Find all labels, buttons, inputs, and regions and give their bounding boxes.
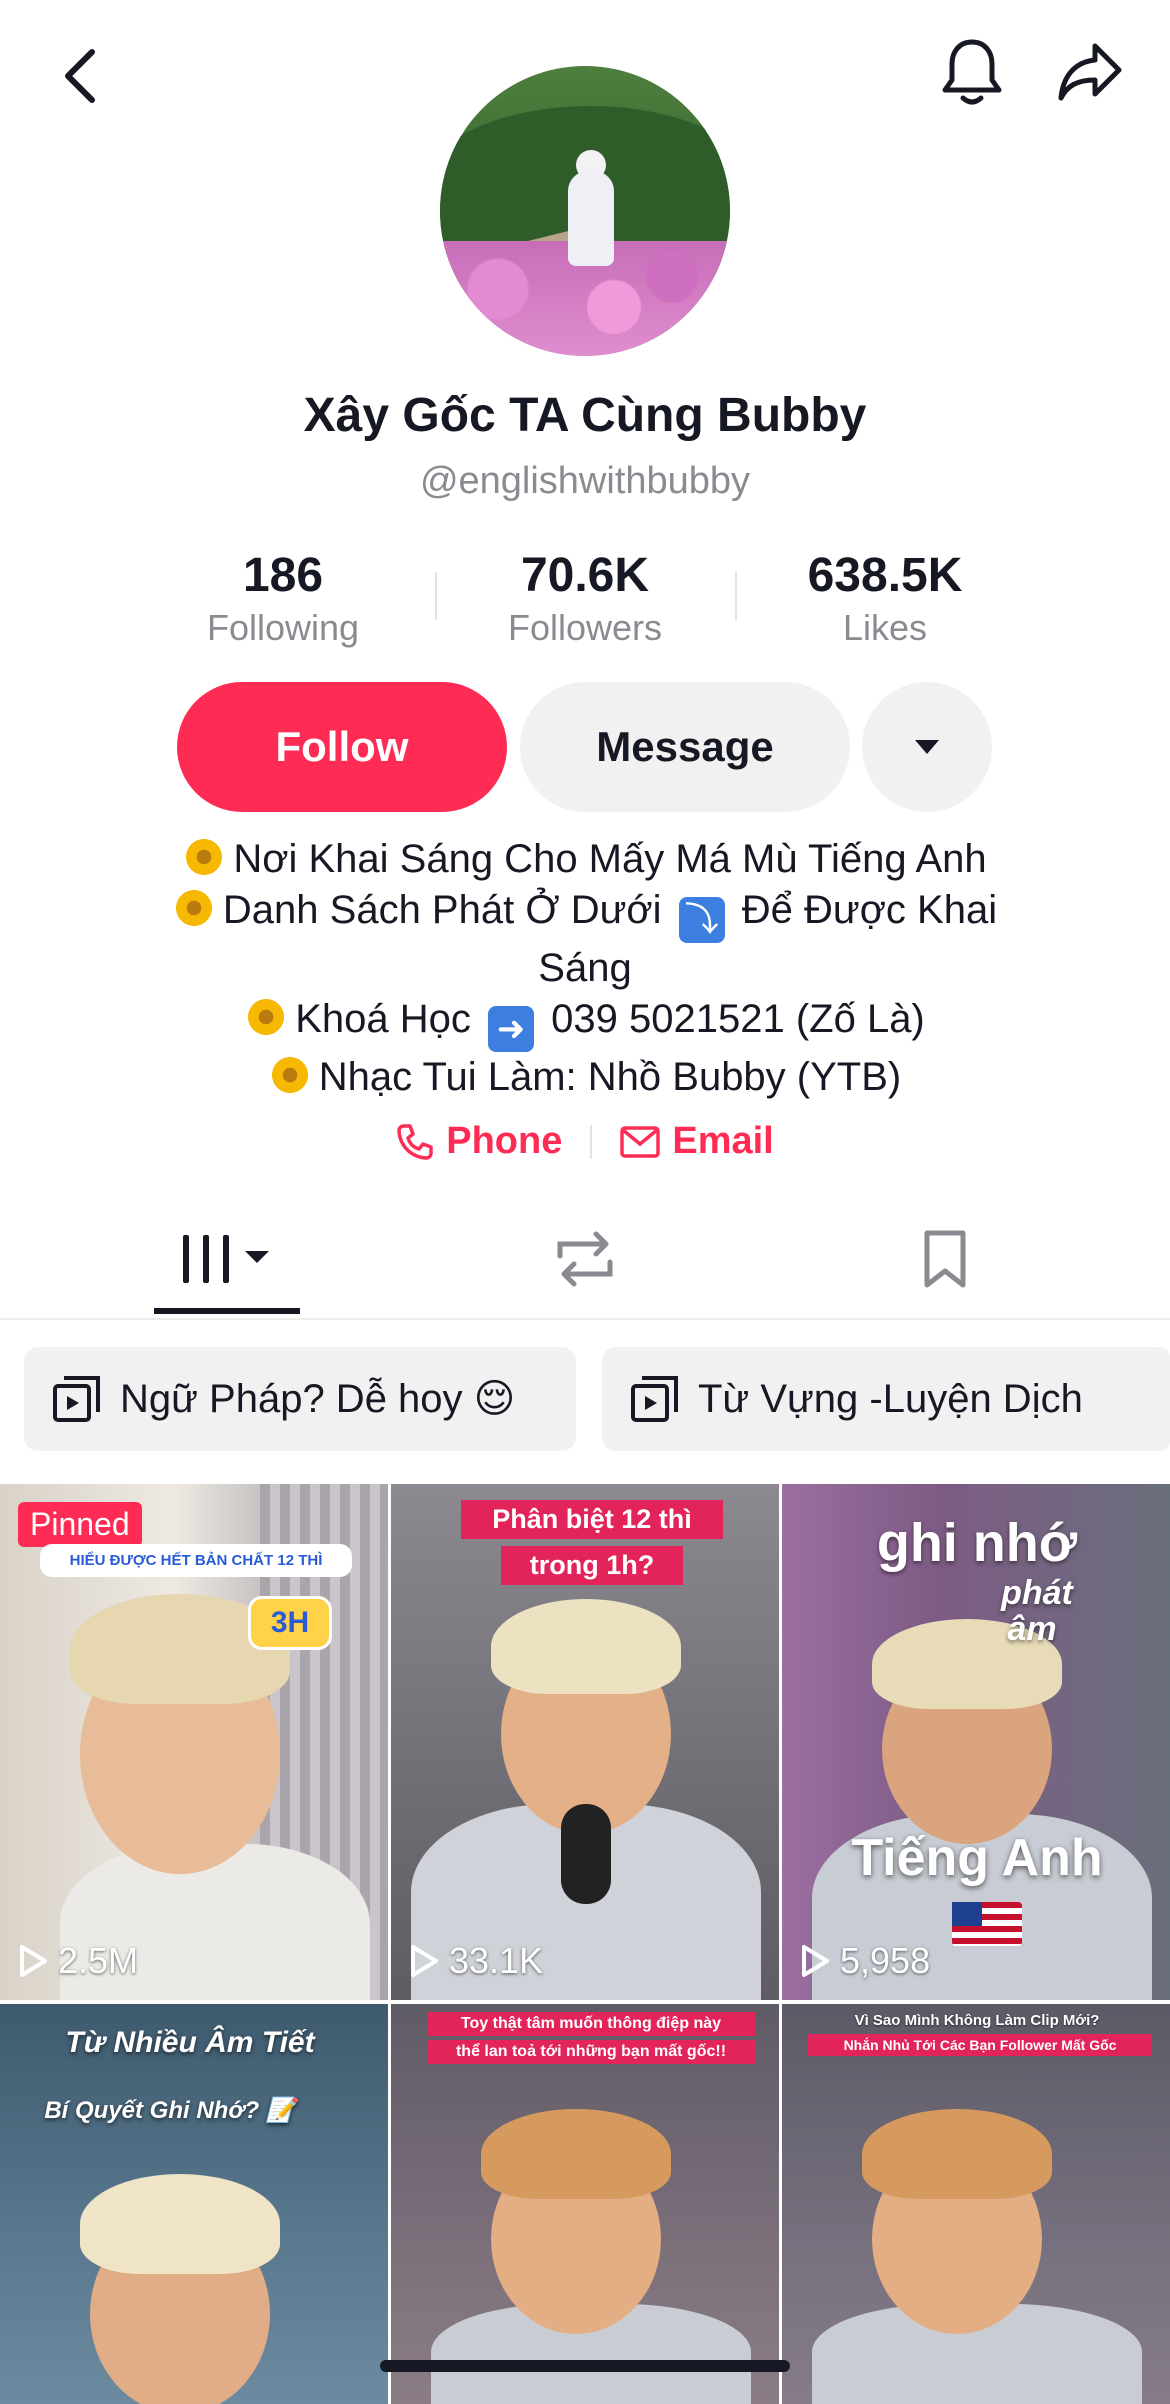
stat-likes[interactable]: 638.5K Likes bbox=[775, 548, 995, 649]
stat-following[interactable]: 186 Following bbox=[173, 548, 393, 649]
mail-icon bbox=[620, 1125, 661, 1158]
chevron-left-icon bbox=[65, 49, 95, 103]
view-count: 33.1K bbox=[409, 1940, 543, 1982]
playlist-label: Từ Vựng -Luyện Dịch bbox=[698, 1376, 1083, 1421]
video-caption: phát bbox=[1001, 1574, 1073, 1612]
more-options-button[interactable] bbox=[862, 682, 992, 812]
avatar[interactable] bbox=[440, 66, 730, 356]
video-caption: Phân biệt 12 thì bbox=[461, 1500, 723, 1539]
stat-followers[interactable]: 70.6K Followers bbox=[475, 548, 695, 649]
view-count: 2.5M bbox=[18, 1940, 138, 1982]
stat-divider bbox=[435, 572, 437, 620]
video-caption: Nhắn Nhủ Tới Các Bạn Follower Mất Gốc bbox=[808, 2034, 1152, 2056]
bio-line-4a: Khoá Học bbox=[295, 997, 471, 1041]
video-tile[interactable]: Từ Nhiều Âm Tiết Bí Quyết Ghi Nhớ? 📝 bbox=[0, 2004, 388, 2404]
video-caption: Toy thật tâm muốn thông điệp này bbox=[427, 2012, 755, 2036]
play-icon bbox=[411, 1945, 438, 1977]
video-caption: Tiếng Anh bbox=[851, 1829, 1103, 1887]
sunflower-icon bbox=[268, 1054, 311, 1096]
back-button[interactable] bbox=[40, 36, 120, 116]
notifications-button[interactable] bbox=[930, 30, 1014, 114]
playlist-icon bbox=[631, 1376, 678, 1422]
email-label: Email bbox=[672, 1120, 774, 1162]
arrow-down-right-icon: ⤵ bbox=[678, 897, 725, 943]
contact-divider bbox=[590, 1124, 593, 1159]
share-button[interactable] bbox=[1048, 30, 1132, 114]
view-count-value: 2.5M bbox=[58, 1940, 139, 1981]
likes-label: Likes bbox=[842, 607, 928, 648]
video-tile[interactable]: Phân biệt 12 thì trong 1h? 33.1K bbox=[391, 1484, 779, 2000]
message-button[interactable]: Message bbox=[520, 682, 850, 812]
following-count: 186 bbox=[242, 549, 324, 602]
playlist-label: Ngữ Pháp? Dễ hoy 😌 bbox=[120, 1377, 516, 1421]
view-count-value: 33.1K bbox=[449, 1940, 544, 1981]
us-flag-icon bbox=[952, 1902, 1022, 1946]
followers-label: Followers bbox=[507, 607, 663, 648]
video-caption: ghi nhớ bbox=[876, 1513, 1078, 1573]
video-caption: HIỂU ĐƯỢC HẾT BẢN CHẤT 12 THÌ bbox=[40, 1544, 352, 1577]
tab-videos[interactable] bbox=[154, 1200, 300, 1318]
view-count: 5,958 bbox=[800, 1940, 930, 1982]
tab-saved[interactable] bbox=[880, 1200, 1010, 1318]
video-tile[interactable]: ghi nhớ phát âm Tiếng Anh 5,958 bbox=[782, 1484, 1170, 2000]
username: @englishwithbubby bbox=[419, 460, 751, 502]
following-label: Following bbox=[206, 607, 360, 648]
bio-line-5: Nhạc Tui Làm: Nhồ Bubby (YTB) bbox=[318, 1055, 902, 1099]
playlist-icon bbox=[53, 1376, 100, 1422]
likes-count: 638.5K bbox=[807, 549, 963, 602]
sunflower-icon bbox=[183, 836, 226, 878]
phone-label: Phone bbox=[446, 1120, 563, 1162]
share-arrow-icon bbox=[1058, 43, 1122, 101]
playlist-chip[interactable]: Từ Vựng -Luyện Dịch bbox=[602, 1347, 1166, 1451]
playlist-chip[interactable] bbox=[1150, 1347, 1170, 1451]
bio-line-4b: 039 5021521 (Zố Là) bbox=[551, 997, 925, 1041]
pinned-badge: Pinned bbox=[18, 1502, 142, 1547]
playlist-chip[interactable]: Ngữ Pháp? Dễ hoy 😌 bbox=[24, 1347, 576, 1451]
bio-line-1: Nơi Khai Sáng Cho Mấy Má Mù Tiếng Anh bbox=[233, 837, 987, 881]
follow-button[interactable]: Follow bbox=[177, 682, 507, 812]
video-tile[interactable]: Toy thật tâm muốn thông điệp này thể lan… bbox=[391, 2004, 779, 2404]
contact-links: Phone Email bbox=[0, 1120, 1170, 1163]
video-caption: Từ Nhiều Âm Tiết bbox=[65, 2026, 315, 2059]
bio-line-3: Sáng bbox=[538, 946, 632, 990]
grid-icon bbox=[183, 1235, 269, 1283]
tab-reposts[interactable] bbox=[520, 1200, 650, 1318]
home-indicator bbox=[380, 2360, 790, 2372]
sunflower-icon bbox=[245, 996, 288, 1038]
video-caption: trong 1h? bbox=[501, 1546, 683, 1585]
video-caption: Bí Quyết Ghi Nhớ? 📝 bbox=[44, 2097, 296, 2124]
video-caption: Vì Sao Mình Không Làm Clip Mới? bbox=[854, 2012, 1100, 2029]
followers-count: 70.6K bbox=[520, 549, 650, 602]
repost-icon bbox=[557, 1231, 613, 1287]
bio-line-2b: Để Được Khai bbox=[741, 888, 998, 932]
video-tile[interactable]: Pinned HIỂU ĐƯỢC HẾT BẢN CHẤT 12 THÌ 3H … bbox=[0, 1484, 388, 2000]
bell-icon bbox=[942, 39, 1002, 105]
video-tag: 3H bbox=[248, 1596, 332, 1650]
phone-icon bbox=[397, 1123, 433, 1160]
video-tile[interactable]: Vì Sao Mình Không Làm Clip Mới? Nhắn Nhủ… bbox=[782, 2004, 1170, 2404]
bookmark-icon bbox=[924, 1230, 966, 1288]
play-icon bbox=[802, 1945, 829, 1977]
sunflower-icon bbox=[172, 887, 215, 929]
display-name: Xây Gốc TA Cùng Bubby bbox=[303, 389, 867, 442]
play-icon bbox=[20, 1945, 47, 1977]
caret-down-icon bbox=[915, 740, 939, 754]
stat-divider bbox=[735, 572, 737, 620]
video-caption: thể lan toả tới những bạn mất gốc!! bbox=[427, 2040, 755, 2064]
bio-line-2a: Danh Sách Phát Ở Dưới bbox=[222, 888, 662, 932]
bio: Nơi Khai Sáng Cho Mấy Má Mù Tiếng Anh Da… bbox=[100, 834, 1070, 1103]
video-caption: âm bbox=[1007, 1610, 1057, 1648]
profile-tabs bbox=[0, 1200, 1170, 1320]
view-count-value: 5,958 bbox=[840, 1940, 931, 1981]
email-link[interactable]: Email bbox=[620, 1120, 774, 1163]
active-tab-indicator bbox=[154, 1308, 300, 1314]
arrow-right-icon: ➜ bbox=[488, 1006, 535, 1052]
phone-link[interactable]: Phone bbox=[396, 1120, 562, 1163]
